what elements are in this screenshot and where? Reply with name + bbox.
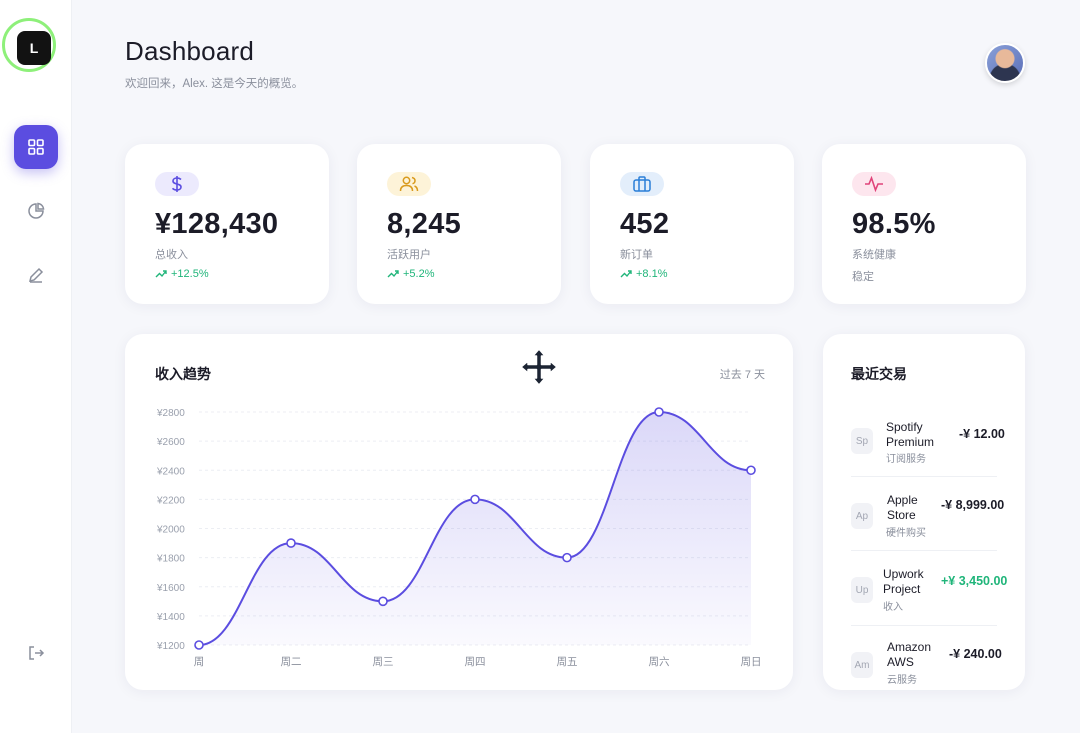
stat-label: 活跃用户 xyxy=(387,249,431,261)
transaction-row[interactable]: Am Amazon AWS 云服务 -¥ 240.00 xyxy=(851,634,1002,690)
x-tick-label: 周日 xyxy=(741,656,762,668)
transaction-amount: -¥ 8,999.00 xyxy=(941,498,1005,512)
grid-icon xyxy=(28,139,44,155)
recent-transactions-card: 最近交易 Sp Spotify Premium 订阅服务 -¥ 12.00 Ap… xyxy=(823,334,1025,690)
x-tick-label: 周五 xyxy=(557,656,578,668)
transaction-badge: Ap xyxy=(851,503,873,529)
y-tick-label: ¥1400 xyxy=(156,612,185,623)
stat-card-health: 98.5% 系统健康 稳定 xyxy=(822,144,1026,304)
y-tick-label: ¥1600 xyxy=(156,583,185,594)
transaction-badge: Up xyxy=(851,577,873,603)
data-point xyxy=(746,465,756,476)
trending-up-icon xyxy=(620,270,632,278)
transaction-amount: +¥ 3,450.00 xyxy=(941,574,1008,588)
data-point xyxy=(378,596,388,607)
app-logo[interactable]: L xyxy=(17,31,51,65)
stat-label: 新订单 xyxy=(620,249,653,261)
transaction-amount: -¥ 12.00 xyxy=(959,427,1005,441)
logout-icon xyxy=(29,646,45,660)
divider xyxy=(851,625,997,626)
stat-label: 总收入 xyxy=(155,249,188,261)
transaction-badge: Am xyxy=(851,652,873,678)
stat-icon-wrap xyxy=(852,172,896,196)
y-tick-label: ¥1200 xyxy=(156,641,185,652)
chart-title: 收入趋势 xyxy=(155,366,211,382)
page-subtitle: 欢迎回来，Alex. 这是今天的概览。 xyxy=(125,78,304,90)
logout-button[interactable] xyxy=(14,631,58,675)
stat-trend-text: +5.2% xyxy=(403,268,435,280)
pie-chart-icon xyxy=(28,202,45,219)
revenue-chart-card: ¥2800 ¥2600 ¥2400 ¥2200 ¥2000 ¥1800 ¥1600 ¥1400… xyxy=(125,334,793,690)
stat-icon-wrap xyxy=(387,172,431,196)
nav-dashboard[interactable] xyxy=(14,125,58,169)
y-tick-label: ¥1800 xyxy=(156,554,185,565)
page-title: Dashboard xyxy=(125,36,254,66)
transaction-row[interactable]: Ap Apple Store 硬件购买 -¥ 8,999.00 xyxy=(851,485,1004,547)
sidebar: L xyxy=(0,0,72,733)
chart-range-select[interactable]: 过去 7 天 xyxy=(720,366,765,382)
stat-trend-text: +8.1% xyxy=(636,268,668,280)
data-point xyxy=(654,407,664,417)
data-point xyxy=(286,538,296,548)
stat-icon-wrap xyxy=(155,172,199,196)
transaction-name: Apple Store xyxy=(887,493,918,522)
trending-up-icon xyxy=(387,270,399,278)
transaction-category: 硬件购买 xyxy=(886,528,926,539)
y-tick-label: ¥2000 xyxy=(156,525,185,536)
stat-trend: 稳定 xyxy=(852,268,874,284)
trending-up-icon xyxy=(155,270,167,278)
y-tick-label: ¥2800 xyxy=(156,408,185,419)
transaction-row[interactable]: Up Upwork Project 收入 +¥ 3,450.00 xyxy=(851,559,1007,621)
users-icon xyxy=(399,176,419,192)
stat-value: 8,245 xyxy=(387,208,462,240)
x-tick-label: 周四 xyxy=(465,656,486,668)
nav-analytics[interactable] xyxy=(14,189,58,233)
transaction-category: 订阅服务 xyxy=(886,454,926,465)
stat-trend: +5.2% xyxy=(387,268,435,280)
divider xyxy=(851,476,997,477)
x-tick-label: 周六 xyxy=(649,656,670,668)
stat-trend-text: 稳定 xyxy=(852,271,874,283)
y-tick-label: ¥2200 xyxy=(156,495,185,506)
transaction-amount: -¥ 240.00 xyxy=(949,647,1002,661)
data-point xyxy=(194,640,204,650)
transaction-row[interactable]: Sp Spotify Premium 订阅服务 -¥ 12.00 xyxy=(851,410,1005,472)
transaction-category: 云服务 xyxy=(887,675,917,686)
transaction-name: Amazon AWS xyxy=(887,640,932,669)
nav-edit[interactable] xyxy=(14,253,58,297)
x-tick-label: 周 xyxy=(194,656,205,668)
y-tick-label: ¥2400 xyxy=(156,466,185,477)
x-tick-label: 周三 xyxy=(373,656,394,668)
divider xyxy=(851,550,997,551)
transaction-category: 收入 xyxy=(883,602,903,613)
move-cursor-icon xyxy=(520,348,558,386)
user-avatar[interactable] xyxy=(985,43,1025,83)
transaction-name: Spotify Premium xyxy=(886,420,935,449)
data-point xyxy=(470,494,480,505)
area-fill xyxy=(199,412,751,645)
stat-value: ¥128,430 xyxy=(155,208,279,240)
transactions-title: 最近交易 xyxy=(851,366,907,382)
revenue-chart: ¥2800 ¥2600 ¥2400 ¥2200 ¥2000 ¥1800 ¥1600 ¥1400… xyxy=(156,407,762,668)
stat-card-users: 8,245 活跃用户 +5.2% xyxy=(357,144,561,304)
transaction-badge: Sp xyxy=(851,428,873,454)
stat-trend-text: +12.5% xyxy=(171,268,209,280)
stat-card-revenue: ¥128,430 总收入 +12.5% xyxy=(125,144,329,304)
stat-label: 系统健康 xyxy=(852,249,896,261)
stat-trend: +12.5% xyxy=(155,268,209,280)
stat-card-orders: 452 新订单 +8.1% xyxy=(590,144,794,304)
dollar-icon xyxy=(171,176,182,192)
stat-value: 452 xyxy=(620,208,670,240)
data-point xyxy=(562,552,572,563)
y-tick-label: ¥2600 xyxy=(156,437,185,448)
activity-icon xyxy=(865,176,883,192)
transaction-name: Upwork Project xyxy=(883,567,924,596)
pencil-icon xyxy=(28,267,44,283)
briefcase-icon xyxy=(633,176,651,192)
stat-value: 98.5% xyxy=(852,208,936,240)
stat-trend: +8.1% xyxy=(620,268,668,280)
stat-icon-wrap xyxy=(620,172,664,196)
x-tick-label: 周二 xyxy=(281,656,302,668)
